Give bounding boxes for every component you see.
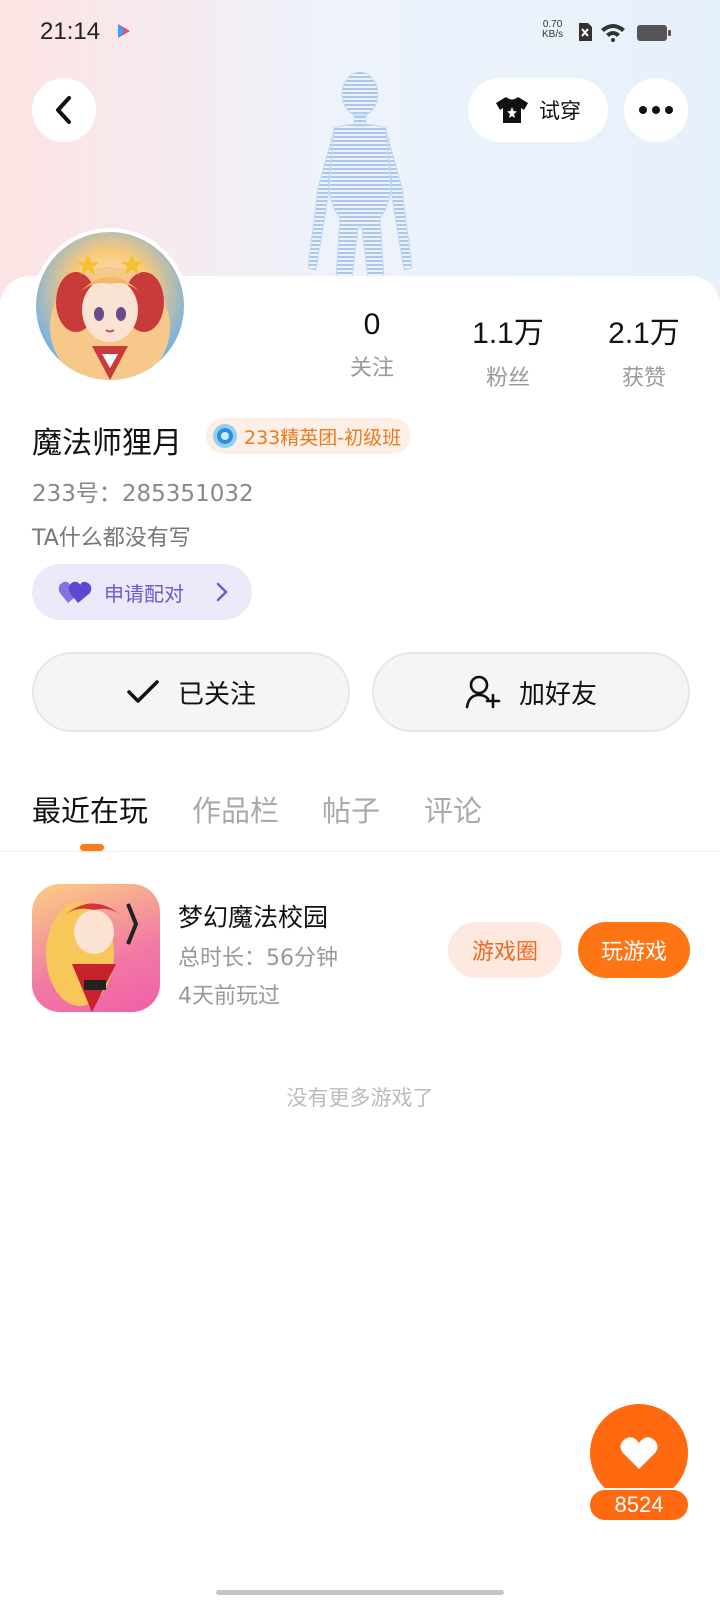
user-bio: TA什么都没有写: [32, 526, 191, 551]
medal-icon: [213, 424, 237, 448]
try-on-label: 试穿: [539, 99, 581, 123]
followed-button[interactable]: 已关注: [32, 652, 350, 732]
chevron-right-icon: [216, 582, 228, 602]
heart-icon: [620, 1437, 658, 1469]
home-indicator[interactable]: [216, 1590, 504, 1595]
stat-likes-label: 获赞: [621, 366, 666, 391]
double-heart-icon: [58, 581, 92, 603]
stat-fans[interactable]: 1.1万 粉丝: [448, 308, 568, 392]
active-tab-indicator: [80, 844, 104, 851]
battery-icon: [637, 25, 671, 41]
request-pair-label: 申请配对: [104, 581, 184, 606]
tab-posts[interactable]: 帖子: [322, 788, 380, 830]
like-count: 8524: [588, 1488, 690, 1522]
game-last-played: 4天前玩过: [178, 984, 280, 1009]
avatar-figure-silhouette: [307, 71, 413, 278]
rank-badge[interactable]: 233精英团-初级班: [206, 418, 412, 454]
username: 魔法师狸月: [32, 426, 182, 461]
stat-fans-value: 1.1万: [472, 317, 544, 350]
rank-badge-label: 233精英团-初级班: [244, 426, 402, 449]
chevron-left-icon: [56, 96, 71, 124]
app-notification-icon: [118, 24, 130, 38]
tab-comments[interactable]: 评论: [424, 788, 482, 830]
profile-tabs: 最近在玩 作品栏 帖子 评论: [0, 788, 720, 852]
back-button[interactable]: [32, 78, 96, 142]
shirt-icon: [496, 97, 528, 123]
list-item[interactable]: 梦幻魔法校园 总时长：56分钟 4天前玩过 游戏圈 玩游戏: [0, 884, 720, 1014]
network-speed: 0.70 KB/s: [542, 20, 563, 40]
tab-works[interactable]: 作品栏: [192, 788, 279, 830]
user-id: 233号：285351032: [32, 481, 254, 507]
avatar-character-image: [50, 254, 170, 380]
add-friend-label: 加好友: [518, 679, 597, 710]
game-cover-image: [46, 902, 139, 1012]
add-user-icon: [465, 675, 501, 709]
stat-following-value: 0: [363, 308, 381, 341]
tab-recently-played[interactable]: 最近在玩: [32, 788, 148, 830]
add-friend-button[interactable]: 加好友: [372, 652, 690, 732]
stat-likes-value: 2.1万: [608, 317, 680, 350]
wifi-icon: [601, 24, 625, 42]
stat-following[interactable]: 0 关注: [312, 308, 432, 382]
sim-icon: [579, 23, 592, 41]
stat-fans-label: 粉丝: [485, 366, 530, 391]
stat-likes[interactable]: 2.1万 获赞: [584, 308, 704, 392]
game-total-duration: 总时长：56分钟: [178, 946, 338, 971]
game-icon[interactable]: [32, 884, 160, 1012]
more-options-button[interactable]: [624, 78, 688, 142]
avatar[interactable]: [32, 228, 188, 384]
no-more-games-hint: 没有更多游戏了: [286, 1086, 434, 1110]
request-pair-button[interactable]: 申请配对: [32, 564, 252, 620]
more-dots-icon: [639, 106, 673, 114]
game-circle-button[interactable]: 游戏圈: [448, 922, 562, 978]
followed-label: 已关注: [177, 679, 256, 710]
status-bar: 21:14 0.70 KB/s: [0, 0, 720, 64]
try-on-button[interactable]: 试穿: [468, 78, 608, 142]
play-game-button[interactable]: 玩游戏: [578, 922, 690, 978]
stat-following-label: 关注: [349, 356, 394, 381]
network-speed-unit: KB/s: [542, 29, 564, 40]
checkmark-icon: [127, 680, 159, 703]
game-title: 梦幻魔法校园: [178, 903, 329, 932]
status-time: 21:14: [40, 18, 101, 45]
